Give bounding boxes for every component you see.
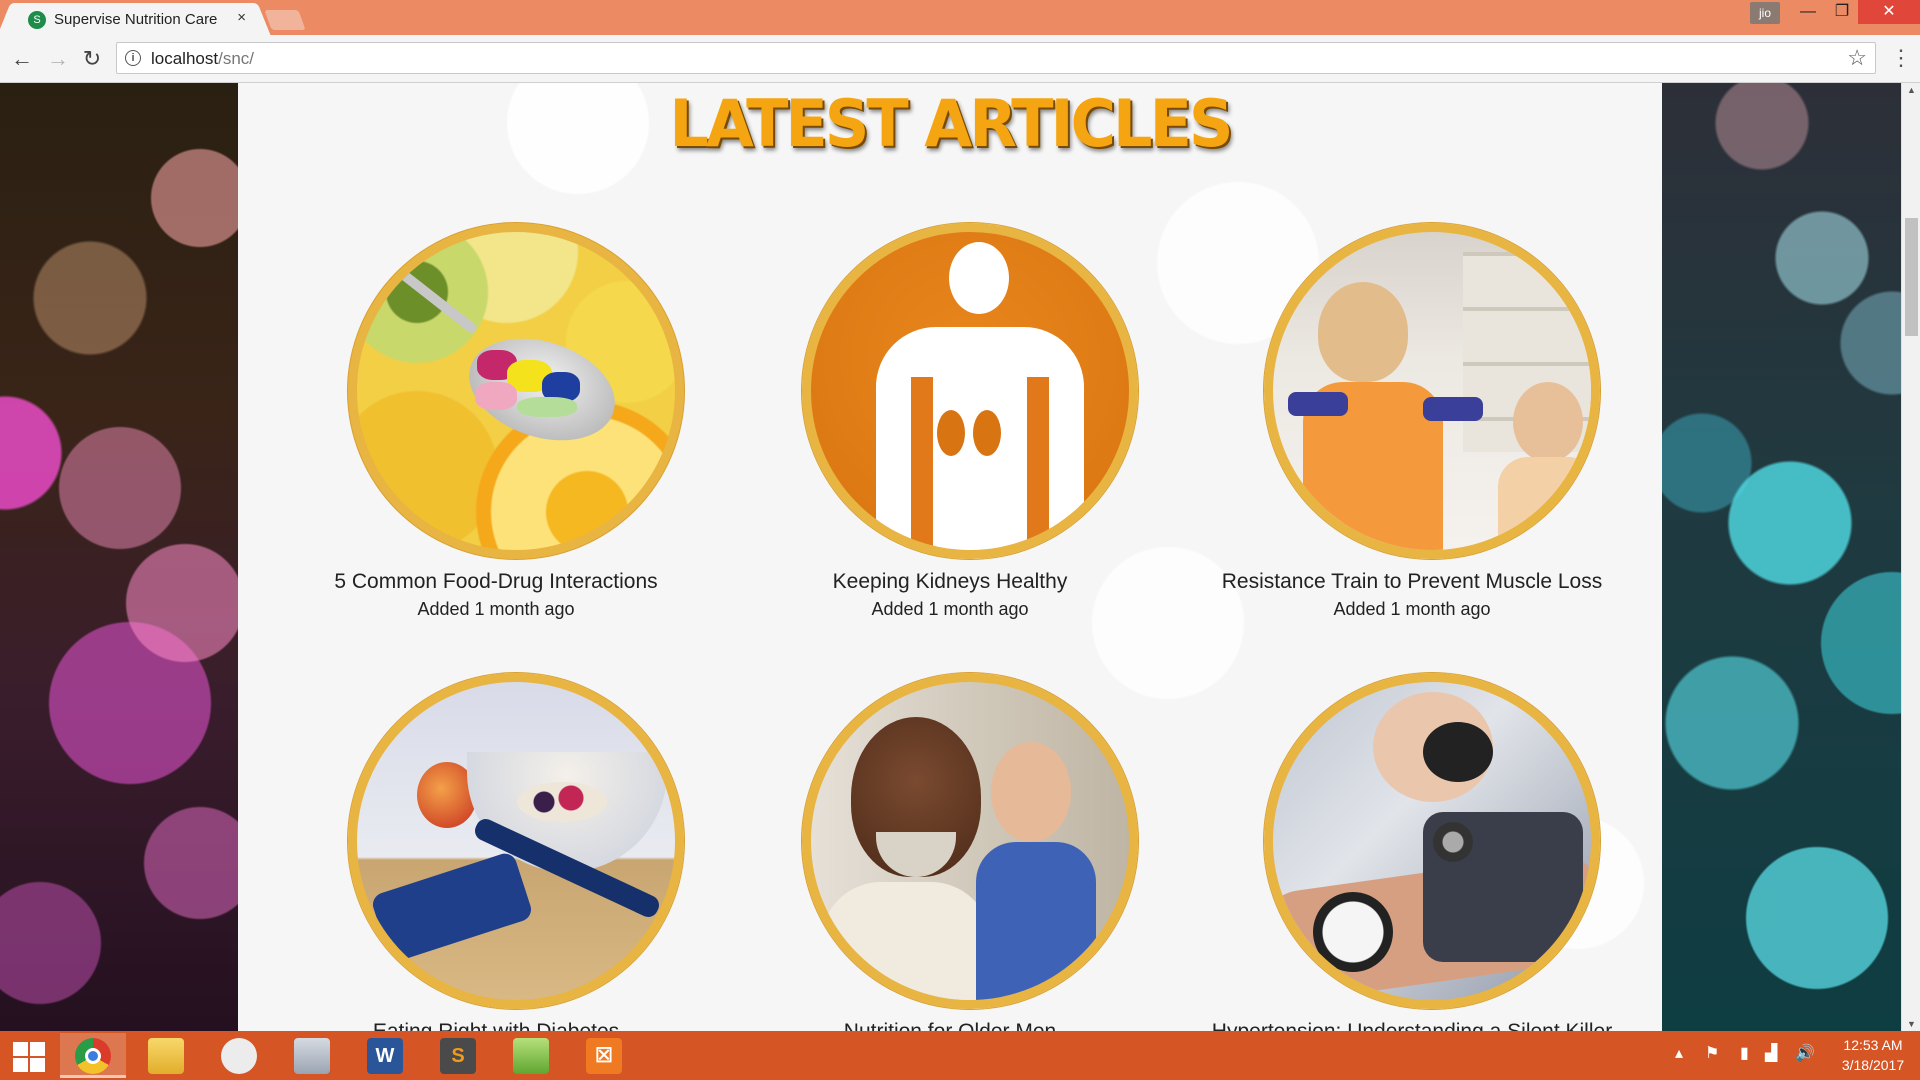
new-tab-button[interactable] xyxy=(264,10,306,30)
pill xyxy=(475,382,517,410)
taskbar-file-explorer[interactable] xyxy=(133,1033,199,1078)
second-woman-shirt xyxy=(1498,457,1591,550)
browser-toolbar: ← → ↻ i localhost/snc/ ☆ ⋮ xyxy=(0,35,1920,83)
scroll-down-arrow-icon[interactable]: ▼ xyxy=(1907,1019,1916,1029)
battery-icon[interactable]: ▮ xyxy=(1740,1043,1749,1063)
scissors-icon xyxy=(221,1038,257,1074)
back-arrow-icon[interactable]: ← xyxy=(8,45,36,73)
stethoscope xyxy=(1433,822,1473,862)
taskbar-chrome[interactable] xyxy=(60,1033,126,1078)
site-favicon-icon: S xyxy=(28,11,46,29)
windows-taskbar: W S ☒ ▴ ⚑ ▮ ▟ 🔊 12:53 AM 3/18/2017 xyxy=(0,1031,1920,1080)
page-viewport: LATEST ARTICLES 5 Common Food-Drug Inter… xyxy=(0,83,1901,1031)
bulb-pump xyxy=(1423,722,1493,782)
spoon-handle xyxy=(385,259,479,335)
xampp-icon: ☒ xyxy=(586,1038,622,1074)
article-title[interactable]: Nutrition for Older Men xyxy=(720,1020,1180,1031)
notepad-icon xyxy=(513,1038,549,1074)
woman-figure xyxy=(1318,282,1408,382)
body-head-shape xyxy=(949,242,1009,314)
start-pane xyxy=(13,1058,28,1072)
man-shirt xyxy=(821,882,991,1000)
forward-arrow-icon[interactable]: → xyxy=(44,45,72,73)
vertical-scrollbar[interactable]: ▲ ▼ xyxy=(1901,83,1920,1031)
gauge xyxy=(1313,892,1393,972)
taskbar-clock-date[interactable]: 3/18/2017 xyxy=(1828,1057,1918,1073)
second-man-face xyxy=(991,742,1071,842)
article-image[interactable] xyxy=(802,673,1138,1009)
article-image[interactable] xyxy=(1264,223,1600,559)
article-title[interactable]: Resistance Train to Prevent Muscle Loss xyxy=(1182,570,1642,594)
start-pane xyxy=(30,1058,45,1072)
network-signal-icon[interactable]: ▟ xyxy=(1765,1043,1777,1063)
taskbar-notepad-plus-plus[interactable] xyxy=(498,1033,564,1078)
article-date: Added 1 month ago xyxy=(871,599,1029,619)
berries xyxy=(517,782,607,822)
article-title[interactable]: Eating Right with Diabetes xyxy=(266,1020,726,1031)
url-path: /snc/ xyxy=(218,49,255,68)
insulin-meter xyxy=(369,850,535,964)
browser-menu-icon[interactable]: ⋮ xyxy=(1890,45,1912,71)
dumbbell xyxy=(1423,397,1483,421)
window-close-button[interactable]: ✕ xyxy=(1858,0,1920,24)
article-image[interactable] xyxy=(348,673,684,1009)
tray-expand-icon[interactable]: ▴ xyxy=(1675,1043,1683,1063)
windows-start-icon[interactable] xyxy=(8,1039,52,1073)
article-title[interactable]: Keeping Kidneys Healthy xyxy=(720,570,1180,594)
kidney-icon xyxy=(973,410,1001,456)
article-title[interactable]: Hypertension: Understanding a Silent Kil… xyxy=(1182,1020,1642,1031)
article-image[interactable] xyxy=(1264,673,1600,1009)
main-content: LATEST ARTICLES 5 Common Food-Drug Inter… xyxy=(238,83,1662,1031)
second-woman xyxy=(1513,382,1583,462)
taskbar-sublime-text[interactable]: S xyxy=(425,1033,491,1078)
word-icon: W xyxy=(367,1038,403,1074)
profile-badge[interactable]: jio xyxy=(1750,2,1780,24)
taskbar-calculator[interactable] xyxy=(279,1033,345,1078)
taskbar-word[interactable]: W xyxy=(352,1033,418,1078)
scroll-up-arrow-icon[interactable]: ▲ xyxy=(1907,85,1916,95)
background-bokeh-left xyxy=(0,83,238,1031)
calculator-icon xyxy=(294,1038,330,1074)
start-pane xyxy=(13,1042,28,1056)
reload-icon[interactable]: ↻ xyxy=(78,45,106,73)
body-arm-gap xyxy=(1027,377,1049,550)
chrome-icon xyxy=(75,1038,111,1074)
second-man-shirt xyxy=(976,842,1096,1000)
window-maximize-button[interactable]: ❐ xyxy=(1822,0,1862,24)
action-center-flag-icon[interactable]: ⚑ xyxy=(1705,1043,1719,1063)
browser-titlebar: S Supervise Nutrition Care × jio — ❐ ✕ xyxy=(0,0,1920,35)
volume-icon[interactable]: 🔊 xyxy=(1795,1043,1815,1063)
address-bar[interactable]: i localhost/snc/ ☆ xyxy=(116,42,1876,74)
tab-close-icon[interactable]: × xyxy=(237,9,246,26)
taskbar-snipping-tool[interactable] xyxy=(206,1033,272,1078)
article-title[interactable]: 5 Common Food-Drug Interactions xyxy=(266,570,726,594)
background-bokeh-right xyxy=(1662,83,1901,1031)
taskbar-xampp[interactable]: ☒ xyxy=(571,1033,637,1078)
dumbbell xyxy=(1288,392,1348,416)
article-date: Added 1 month ago xyxy=(1333,599,1491,619)
article-image[interactable] xyxy=(348,223,684,559)
bookmark-star-icon[interactable]: ☆ xyxy=(1847,45,1867,71)
start-pane xyxy=(30,1042,45,1056)
scrollbar-thumb[interactable] xyxy=(1905,218,1918,336)
sublime-icon: S xyxy=(440,1038,476,1074)
article-date: Added 1 month ago xyxy=(417,599,575,619)
url-host: localhost xyxy=(151,49,219,68)
body-arm-gap xyxy=(911,377,933,550)
folder-icon xyxy=(148,1038,184,1074)
url-text: localhost/snc/ xyxy=(151,49,254,69)
tab-title: Supervise Nutrition Care xyxy=(54,11,218,28)
section-heading: LATEST ARTICLES xyxy=(669,85,1233,162)
article-image[interactable] xyxy=(802,223,1138,559)
taskbar-clock-time[interactable]: 12:53 AM xyxy=(1828,1037,1918,1053)
kidney-icon xyxy=(937,410,965,456)
browser-tab[interactable]: S Supervise Nutrition Care × xyxy=(14,3,254,35)
pill xyxy=(517,397,577,417)
site-info-icon[interactable]: i xyxy=(125,50,141,66)
